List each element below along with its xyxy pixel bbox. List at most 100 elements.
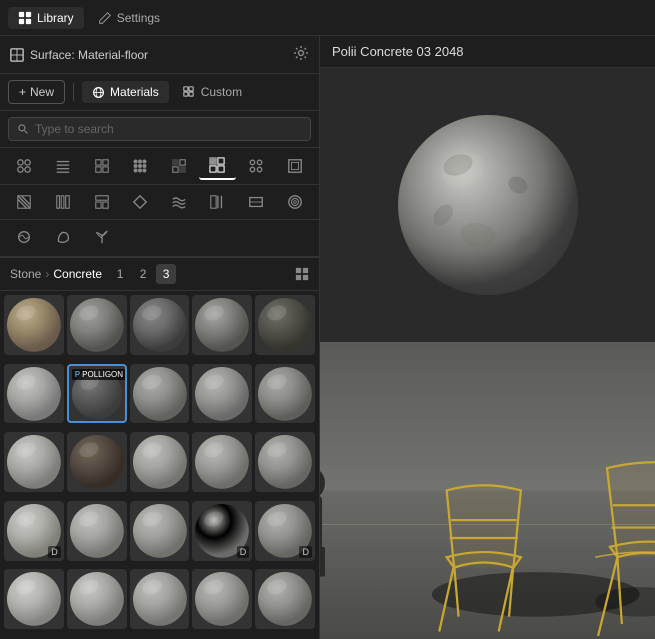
hatch-icon	[16, 194, 32, 210]
squares-icon	[287, 158, 303, 174]
material-item[interactable]	[130, 432, 190, 492]
all-icon	[16, 158, 32, 174]
material-item[interactable]	[4, 295, 64, 355]
grid-view-icon	[295, 267, 309, 281]
main-layout: Surface: Material-floor + New M	[0, 36, 655, 639]
material-item[interactable]	[192, 569, 252, 629]
action-tabs: + New Materials Custom	[0, 74, 319, 111]
material-item[interactable]	[192, 295, 252, 355]
filter-dots2[interactable]	[238, 152, 275, 180]
custom-tab[interactable]: Custom	[173, 81, 252, 103]
breadcrumb-row: Stone › Concrete 1 2 3	[0, 258, 319, 291]
grid2-icon	[183, 86, 196, 99]
filter-diamond[interactable]	[122, 189, 159, 215]
surface-name: Surface: Material-floor	[30, 48, 148, 62]
dots-icon	[132, 158, 148, 174]
material-item[interactable]	[67, 569, 127, 629]
filter-grid4[interactable]	[83, 152, 120, 180]
polligon-badge: P POLLIGON	[72, 369, 126, 380]
preview-title: Polii Concrete 03 2048	[320, 36, 655, 68]
grid-icon	[18, 11, 32, 25]
material-item[interactable]	[192, 432, 252, 492]
material-item[interactable]: D	[255, 501, 315, 561]
material-item[interactable]	[130, 501, 190, 561]
material-item[interactable]	[255, 295, 315, 355]
page-3[interactable]: 3	[156, 264, 176, 284]
filter-marble[interactable]	[6, 224, 43, 250]
material-item[interactable]	[4, 364, 64, 424]
material-item[interactable]: D	[192, 501, 252, 561]
plant3d-icon	[94, 229, 110, 245]
scene-svg	[320, 342, 655, 639]
pagination: 1 2 3	[110, 264, 176, 284]
material-item[interactable]	[67, 432, 127, 492]
tab-library[interactable]: Library	[8, 7, 84, 29]
material-item[interactable]	[67, 295, 127, 355]
new-button[interactable]: + New	[8, 80, 65, 104]
page-1[interactable]: 1	[110, 264, 130, 284]
tab-settings[interactable]: Settings	[88, 7, 170, 29]
filter-columns[interactable]	[45, 189, 82, 215]
filter-striped[interactable]	[45, 152, 82, 180]
dots2-icon	[248, 158, 264, 174]
material-item[interactable]	[255, 364, 315, 424]
material-item[interactable]	[255, 569, 315, 629]
circles-icon	[287, 194, 303, 210]
filter-grid-lines[interactable]	[161, 152, 198, 180]
material-badge: D	[299, 546, 312, 558]
organic-icon	[55, 229, 71, 245]
striped-icon	[55, 158, 71, 174]
filter-circles[interactable]	[276, 189, 313, 215]
breadcrumb: Stone › Concrete	[10, 267, 102, 281]
right-panel: Polii Concrete 03 2048	[320, 36, 655, 639]
tab-library-label: Library	[37, 11, 74, 25]
filter-row-3	[0, 220, 319, 257]
waves-icon	[171, 194, 187, 210]
material-item[interactable]	[67, 501, 127, 561]
material-item[interactable]	[4, 569, 64, 629]
material-item[interactable]	[192, 364, 252, 424]
material-item[interactable]	[130, 569, 190, 629]
breadcrumb-parent[interactable]: Stone	[10, 267, 41, 281]
breadcrumb-arrow: ›	[45, 267, 49, 281]
grid4-icon	[94, 158, 110, 174]
surface-settings-button[interactable]	[293, 45, 309, 64]
filter-grid-selected[interactable]	[199, 152, 236, 180]
page-2[interactable]: 2	[133, 264, 153, 284]
material-badge: D	[48, 546, 61, 558]
filter-tiles[interactable]	[83, 189, 120, 215]
material-item[interactable]: P POLLIGON	[67, 364, 127, 424]
material-item[interactable]	[4, 432, 64, 492]
grid-lines-icon	[171, 158, 187, 174]
tab-separator	[73, 83, 74, 101]
material-item[interactable]	[130, 364, 190, 424]
filter-squares[interactable]	[276, 152, 313, 180]
view-toggle[interactable]	[295, 267, 309, 281]
materials-tab[interactable]: Materials	[82, 81, 169, 103]
material-item[interactable]	[130, 295, 190, 355]
breadcrumb-child[interactable]: Concrete	[53, 267, 102, 281]
pattern2-icon	[209, 194, 225, 210]
filter-dots[interactable]	[122, 152, 159, 180]
marble-icon	[16, 229, 32, 245]
new-button-label: New	[30, 85, 54, 99]
top-tab-bar: Library Settings	[0, 0, 655, 36]
material-grid: P POLLIGON	[0, 291, 319, 639]
new-button-plus: +	[19, 85, 26, 99]
search-input[interactable]	[35, 122, 302, 136]
material-item[interactable]	[255, 432, 315, 492]
sphere-preview-area	[320, 68, 655, 342]
filter-organic[interactable]	[45, 224, 82, 250]
material-item[interactable]: D	[4, 501, 64, 561]
sphere-icon	[92, 86, 105, 99]
surface-icon	[10, 48, 24, 62]
filter-plant3d[interactable]	[83, 224, 120, 250]
filter-rect[interactable]	[238, 189, 275, 215]
filter-hatch[interactable]	[6, 189, 43, 215]
filter-all[interactable]	[6, 152, 43, 180]
filter-pattern2[interactable]	[199, 189, 236, 215]
columns-icon	[55, 194, 71, 210]
search-icon	[17, 123, 29, 135]
search-bar	[0, 111, 319, 148]
filter-waves[interactable]	[161, 189, 198, 215]
